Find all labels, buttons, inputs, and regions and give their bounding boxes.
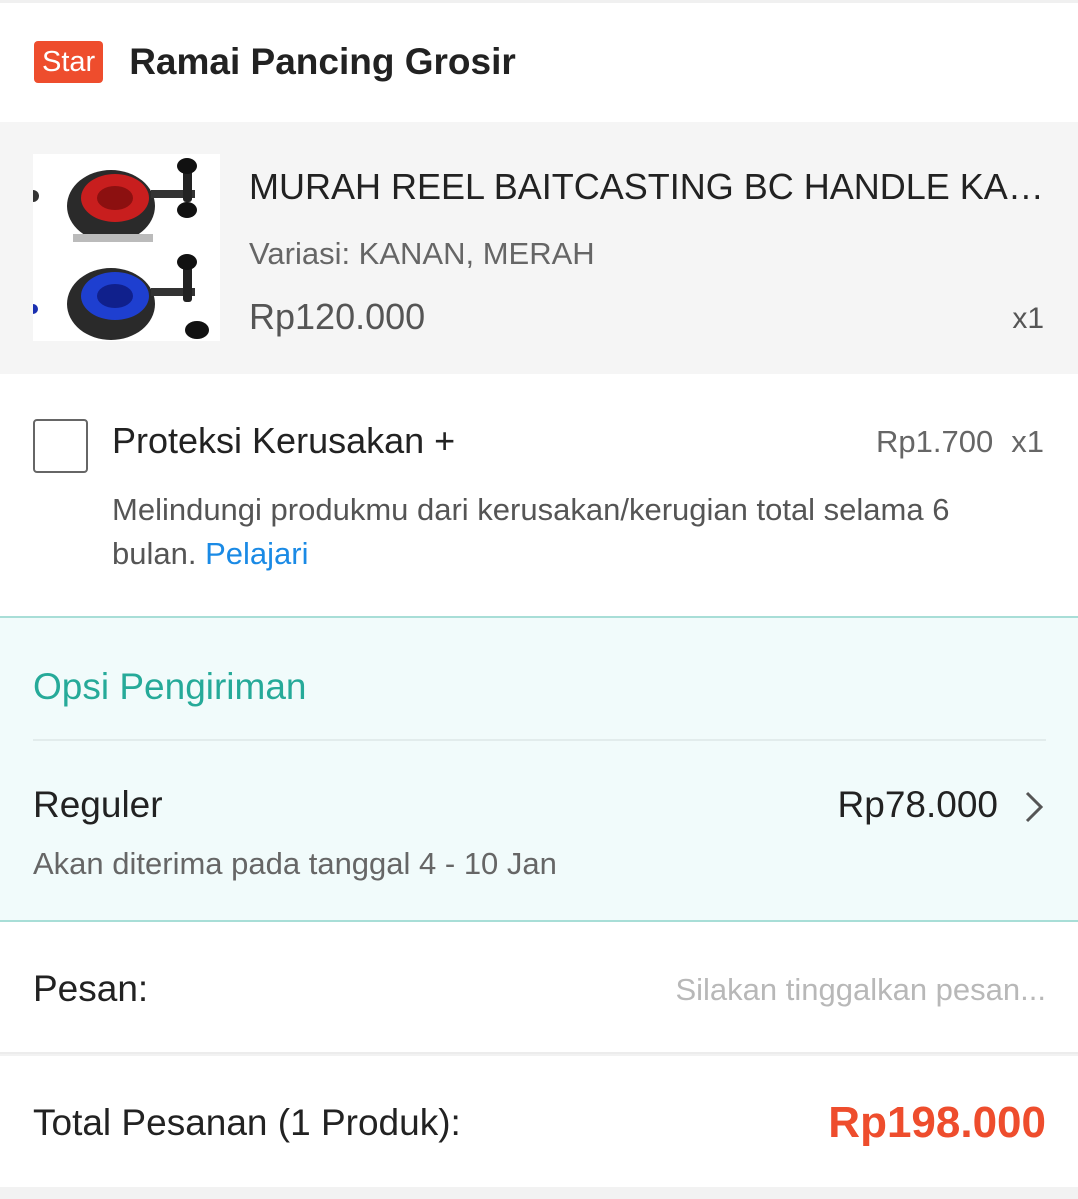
shop-header[interactable]: Star Ramai Pancing Grosir: [0, 0, 1078, 122]
shop-name[interactable]: Ramai Pancing Grosir: [129, 41, 516, 83]
product-price: Rp120.000: [249, 296, 426, 337]
message-input[interactable]: [486, 966, 1046, 1014]
checkout-shop-section: Star Ramai Pancing Grosir MURAH REEL BAI…: [0, 0, 1078, 1199]
protection-quantity: x1: [1011, 424, 1044, 459]
protection-description-block: Melindungi produkmu dari kerusakan/kerug…: [112, 488, 1032, 576]
message-label: Pesan:: [33, 968, 149, 1009]
product-title[interactable]: MURAH REEL BAITCASTING BC HANDLE KANAN: [249, 166, 1049, 208]
protection-checkbox[interactable]: [33, 419, 88, 473]
order-total-value: Rp198.000: [828, 1098, 1046, 1147]
order-total-row: Total Pesanan (1 Produk): Rp198.000: [0, 1056, 1078, 1187]
product-thumbnail[interactable]: [33, 154, 220, 341]
shipping-heading: Opsi Pengiriman: [33, 666, 307, 707]
star-seller-badge: Star: [34, 40, 104, 83]
protection-price-row: Rp1.700 x1: [876, 424, 1044, 460]
product-quantity: x1: [1012, 302, 1044, 335]
protection-title[interactable]: Proteksi Kerusakan +: [112, 420, 455, 462]
chevron-right-icon[interactable]: [1023, 790, 1045, 824]
seller-message-row: Pesan:: [0, 922, 1078, 1054]
shipping-divider: [33, 739, 1046, 741]
shipping-options: Opsi Pengiriman Reguler Rp78.000 Akan di…: [0, 616, 1078, 922]
learn-more-link[interactable]: Pelajari: [205, 536, 308, 571]
shipping-price[interactable]: Rp78.000: [838, 784, 998, 826]
shipping-eta: Akan diterima pada tanggal 4 - 10 Jan: [33, 846, 557, 881]
order-total-label: Total Pesanan (1 Produk):: [33, 1102, 461, 1143]
product-variant: Variasi: KANAN, MERAH: [249, 236, 595, 271]
fishing-reel-image: [33, 154, 220, 341]
product-item[interactable]: MURAH REEL BAITCASTING BC HANDLE KANAN V…: [0, 122, 1078, 374]
protection-price: Rp1.700: [876, 424, 994, 459]
shipping-method[interactable]: Reguler: [33, 784, 163, 826]
damage-protection-option: Proteksi Kerusakan + Rp1.700 x1 Melindung…: [0, 374, 1078, 616]
